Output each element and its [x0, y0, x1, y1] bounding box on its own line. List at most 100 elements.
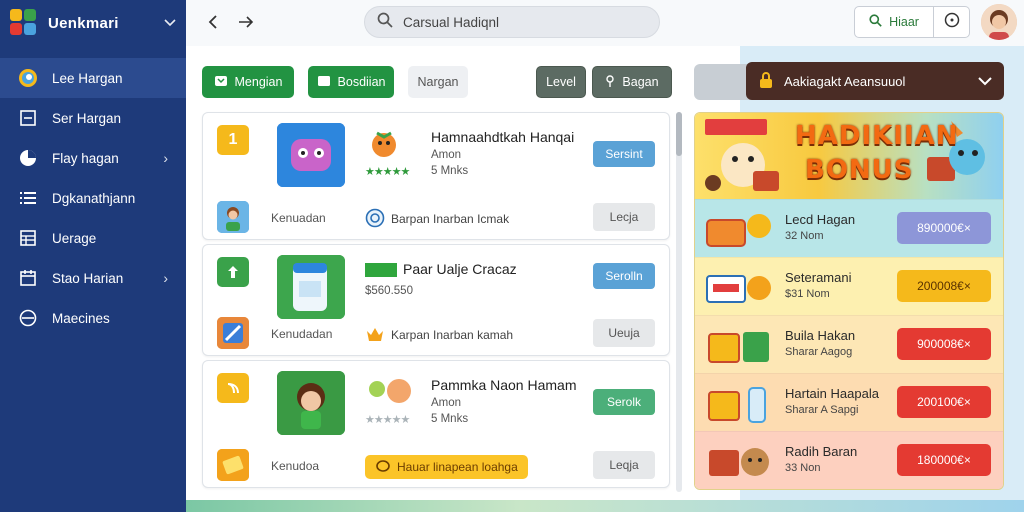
game-action-button[interactable]: Serolk	[593, 389, 655, 415]
filter-mengian[interactable]: Mengian	[202, 66, 294, 98]
reward-title: Lecd Hagan	[785, 212, 856, 227]
sidebar-item-label: Stao Harian	[52, 270, 124, 286]
game-card-footer: Kenudoa Hauar linapean loahga Leqja	[203, 449, 669, 485]
reward-claim-button[interactable]: 180000€×	[897, 444, 991, 476]
dropdown-label: Aakiagakt Aeansuuol	[784, 73, 906, 89]
reward-subtitle: Sharar A Sapgi	[785, 404, 859, 416]
reward-subtitle: 33 Non	[785, 462, 821, 474]
game-card[interactable]: Pammka Naon Hamam Amon 5 Mnks ★★★★★ Sero…	[202, 360, 670, 488]
bonus-card: HADIKIIAN BONUS Lecd Hagan 32 Nom 890000…	[694, 112, 1004, 490]
rank-badge: 1	[217, 125, 249, 155]
ticket-icon	[217, 449, 249, 481]
card-icon	[317, 74, 331, 91]
brand[interactable]: Uenkmari	[0, 0, 186, 46]
game-card[interactable]: Paar Ualje Cracaz $560.550 Serolln Kenud…	[202, 244, 670, 356]
sidebar-item-label: Dgkanathjann	[52, 190, 136, 206]
crown-icon	[365, 324, 385, 347]
game-category: Kenudoa	[271, 459, 320, 473]
game-secondary-button[interactable]: Leqja	[593, 451, 655, 479]
avatar[interactable]	[981, 4, 1017, 40]
sidebar-item-label: Uerage	[52, 230, 97, 246]
game-thumbnail	[277, 371, 345, 435]
sidebar-item-dgkanathjann[interactable]: Dgkanathjann	[0, 178, 186, 218]
rank-badge	[217, 257, 249, 287]
sidebar-item-uerage[interactable]: Uerage	[0, 218, 186, 258]
search-bar[interactable]	[364, 6, 660, 38]
tag-icon	[214, 74, 228, 91]
reward-subtitle: $31 Nom	[785, 288, 830, 300]
game-size: 5 Mnks	[431, 165, 469, 177]
avatar-icon	[217, 201, 249, 233]
bonus-banner: HADIKIIAN BONUS	[695, 113, 1003, 199]
reward-claim-button[interactable]: 200100€×	[897, 386, 991, 418]
reward-title: Radih Baran	[785, 444, 858, 459]
game-secondary-button[interactable]: Ueuja	[593, 319, 655, 347]
search-input[interactable]	[403, 14, 643, 30]
reward-title: Seteramani	[785, 270, 852, 285]
search-icon	[869, 14, 882, 30]
filter-bosdiian[interactable]: Bosdiian	[308, 66, 394, 98]
reward-subtitle: 32 Nom	[785, 230, 824, 242]
search-button[interactable]: Hiaar	[854, 6, 934, 38]
sidebar-item-lee-hargan[interactable]: Lee Hargan	[0, 58, 186, 98]
calendar-icon	[18, 268, 38, 288]
filter-level[interactable]: Level	[536, 66, 586, 98]
sidebar-item-maecines[interactable]: Maecines	[0, 298, 186, 338]
sidebar-item-stao-harian[interactable]: Stao Harian ›	[0, 258, 186, 298]
game-list: 1 Hamnaahdtkah Hanqai Amon 5 Mnks ★★★★★ …	[202, 112, 670, 492]
game-price: $560.550	[365, 285, 413, 297]
app-logo-icon	[10, 9, 38, 37]
game-subtitle: Amon	[431, 397, 462, 409]
fruit-icon	[365, 375, 411, 407]
game-title: Hamnaahdtkah Hanqai	[431, 129, 575, 145]
game-category: Kenuadan	[271, 211, 326, 225]
game-secondary-button[interactable]: Lecja	[593, 203, 655, 231]
clock-button[interactable]	[934, 6, 970, 38]
pet-icon	[705, 442, 773, 482]
square-icon	[18, 108, 38, 128]
list-icon	[18, 188, 38, 208]
reward-row: Radih Baran 33 Non 180000€×	[695, 431, 1003, 489]
bottom-decoration	[186, 500, 1024, 512]
game-thumbnail	[277, 255, 345, 319]
sidebar-item-flay-hagan[interactable]: Flay hagan ›	[0, 138, 186, 178]
rating-stars: ★★★★★	[365, 166, 410, 178]
tool-icon	[217, 317, 249, 349]
reward-claim-button[interactable]: 890000€×	[897, 212, 991, 244]
sidebar-nav: Lee Hargan Ser Hargan Flay hagan › Dgkan…	[0, 58, 186, 338]
sidebar-item-ser-hargan[interactable]: Ser Hargan	[0, 98, 186, 138]
list-scrollbar[interactable]	[676, 112, 682, 492]
game-thumbnail	[277, 123, 345, 187]
game-action-button[interactable]: Serolln	[593, 263, 655, 289]
reward-title: Buila Hakan	[785, 328, 856, 343]
chevron-down-icon[interactable]	[164, 16, 176, 30]
reward-row: Lecd Hagan 32 Nom 890000€×	[695, 199, 1003, 257]
filter-nargan[interactable]: Nargan	[408, 66, 468, 98]
sort-bar: Level Bagan	[536, 66, 672, 98]
game-subtitle: Amon	[431, 149, 462, 161]
reward-claim-button[interactable]: 200008€×	[897, 270, 991, 302]
rank-badge	[217, 373, 249, 403]
sidebar-item-label: Flay hagan	[52, 150, 119, 166]
sidebar-item-label: Maecines	[52, 310, 110, 326]
reward-claim-button[interactable]: 900008€×	[897, 328, 991, 360]
game-card-footer: Kenudadan Karpan Inarban kamah Ueuja	[203, 317, 669, 353]
search-button-label: Hiaar	[889, 15, 919, 29]
game-action-button[interactable]: Sersint	[593, 141, 655, 167]
game-size: 5 Mnks	[431, 413, 469, 425]
top-bar: Hiaar	[186, 0, 1024, 46]
game-promo[interactable]: Hauar linapean loahga	[365, 455, 528, 479]
pin-icon	[605, 74, 615, 90]
coin-icon	[365, 208, 385, 231]
bonus-dropdown[interactable]: Aakiagakt Aeansuuol	[746, 62, 1004, 100]
filter-bar: Mengian Bosdiian Nargan	[202, 66, 468, 98]
reward-row: Hartain Haapala Sharar A Sapgi 200100€×	[695, 373, 1003, 431]
forward-arrow-icon[interactable]	[230, 6, 262, 38]
back-arrow-icon[interactable]	[198, 6, 230, 38]
reward-row: Buila Hakan Sharar Aagog 900008€×	[695, 315, 1003, 373]
game-card[interactable]: 1 Hamnaahdtkah Hanqai Amon 5 Mnks ★★★★★ …	[202, 112, 670, 240]
app-name: Uenkmari	[48, 14, 119, 32]
scrollbar-thumb[interactable]	[676, 112, 682, 156]
treasure-icon	[705, 210, 773, 250]
filter-bagan[interactable]: Bagan	[592, 66, 672, 98]
